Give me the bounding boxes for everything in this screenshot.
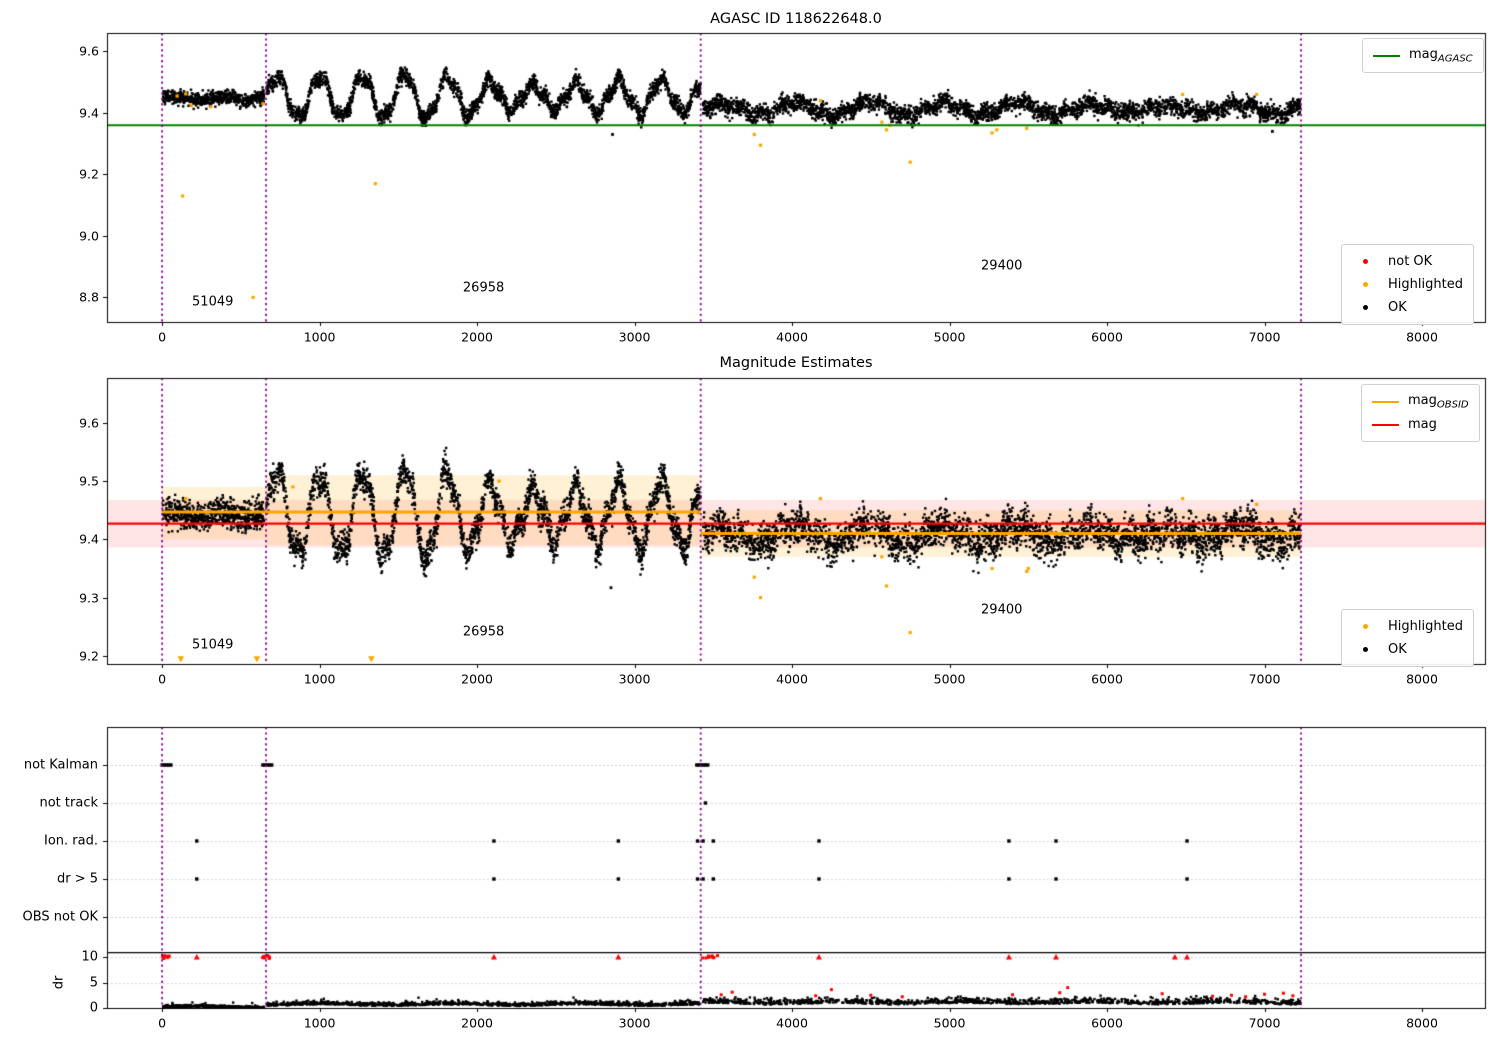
legend-mag-lines: magOBSID mag: [1361, 384, 1480, 442]
chart-canvas: [0, 0, 1500, 1050]
legend-item-mag-obsid: magOBSID: [1372, 390, 1469, 413]
orange-line-swatch: [1372, 400, 1399, 403]
legend-item-mag: mag: [1372, 413, 1469, 436]
legend-label-not-ok: not OK: [1388, 254, 1433, 269]
legend-label-mag-agasc: magAGASC: [1409, 46, 1473, 65]
black-dot-icon: [1352, 642, 1379, 657]
legend-item-not-ok: not OK: [1352, 250, 1463, 273]
legend-status-2: Highlighted OK: [1341, 609, 1474, 667]
legend-item-highlighted-2: Highlighted: [1352, 615, 1463, 638]
legend-label-mag: mag: [1408, 417, 1437, 432]
dr-axis-label: dr: [51, 975, 67, 990]
legend-mag-agasc: magAGASC: [1362, 38, 1484, 73]
legend-item-ok: OK: [1352, 296, 1463, 319]
plot2-title: Magnitude Estimates: [719, 355, 873, 371]
legend-status: not OK Highlighted OK: [1341, 244, 1474, 325]
legend-label-ok-2: OK: [1388, 642, 1407, 657]
plot1-title: AGASC ID 118622648.0: [710, 11, 882, 27]
black-dot-icon: [1352, 300, 1379, 315]
legend-label-highlighted: Highlighted: [1388, 277, 1463, 292]
green-line-swatch: [1373, 54, 1400, 57]
legend-item-highlighted: Highlighted: [1352, 273, 1463, 296]
legend-item-mag-agasc: magAGASC: [1373, 44, 1473, 67]
legend-label-ok: OK: [1388, 300, 1407, 315]
legend-label-highlighted-2: Highlighted: [1388, 619, 1463, 634]
orange-dot-icon: [1352, 277, 1379, 292]
figure-root: { "figure": {"width": 1500, "height": 10…: [0, 0, 1500, 1050]
red-dot-icon: [1352, 254, 1379, 269]
red-line-swatch: [1372, 423, 1399, 426]
legend-label-mag-obsid: magOBSID: [1408, 392, 1469, 411]
legend-item-ok-2: OK: [1352, 638, 1463, 661]
orange-dot-icon: [1352, 619, 1379, 634]
